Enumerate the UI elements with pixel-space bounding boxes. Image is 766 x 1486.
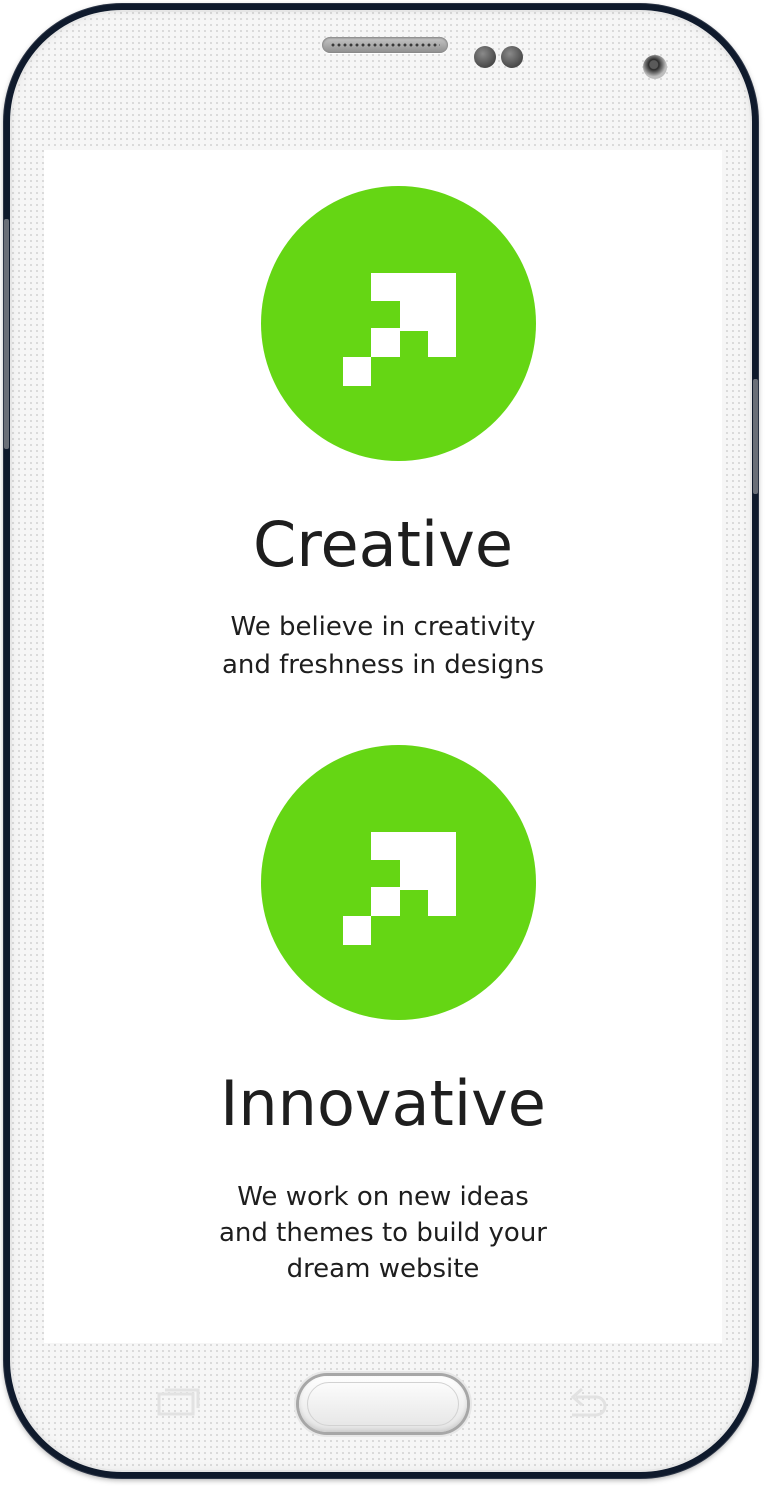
feature-badge	[261, 745, 536, 1020]
feature-description: We work on new ideas and themes to build…	[184, 1179, 582, 1287]
pixel-arrow-icon	[343, 832, 456, 945]
phone-screen: Creative We believe in creativity and fr…	[44, 150, 722, 1343]
feature-description: We believe in creativity and freshness i…	[184, 608, 582, 684]
feature-title: Creative	[253, 508, 513, 581]
feature-badge	[261, 186, 536, 461]
description-line: We work on new ideas	[237, 1182, 529, 1212]
recent-apps-icon[interactable]	[153, 1383, 203, 1423]
back-icon[interactable]	[562, 1383, 612, 1423]
description-line: and themes to build your	[218, 1218, 547, 1248]
description-line: We believe in creativity	[230, 612, 536, 642]
description-line: and freshness in designs	[221, 650, 545, 680]
proximity-sensor-icon	[474, 46, 496, 68]
power-key	[753, 379, 758, 494]
front-camera-icon	[643, 55, 667, 79]
home-button[interactable]	[299, 1376, 467, 1432]
description-line: dream website	[286, 1254, 480, 1284]
pixel-arrow-icon	[343, 273, 456, 386]
light-sensor-icon	[501, 46, 523, 68]
feature-title: Innovative	[220, 1067, 546, 1140]
speaker-grille-icon	[322, 37, 448, 53]
volume-key	[4, 219, 9, 449]
